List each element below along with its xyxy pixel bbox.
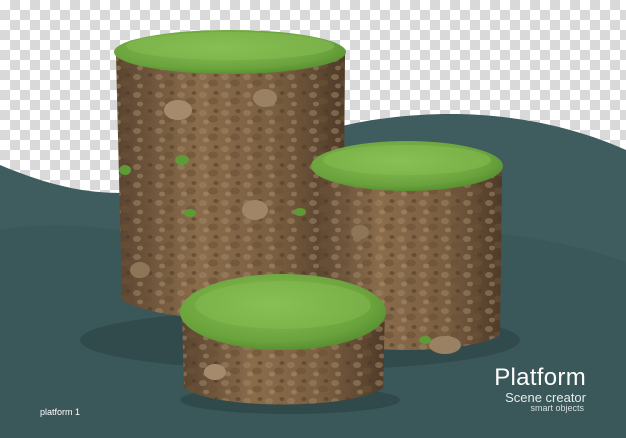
small-platform	[180, 274, 386, 405]
platform-title: Platform	[494, 364, 586, 391]
scene-canvas: Platform Scene creator smart objects pla…	[0, 0, 626, 438]
tall-platform	[114, 30, 346, 319]
smart-objects-label: smart objects	[530, 403, 584, 413]
platform-caption: platform 1	[40, 407, 81, 417]
